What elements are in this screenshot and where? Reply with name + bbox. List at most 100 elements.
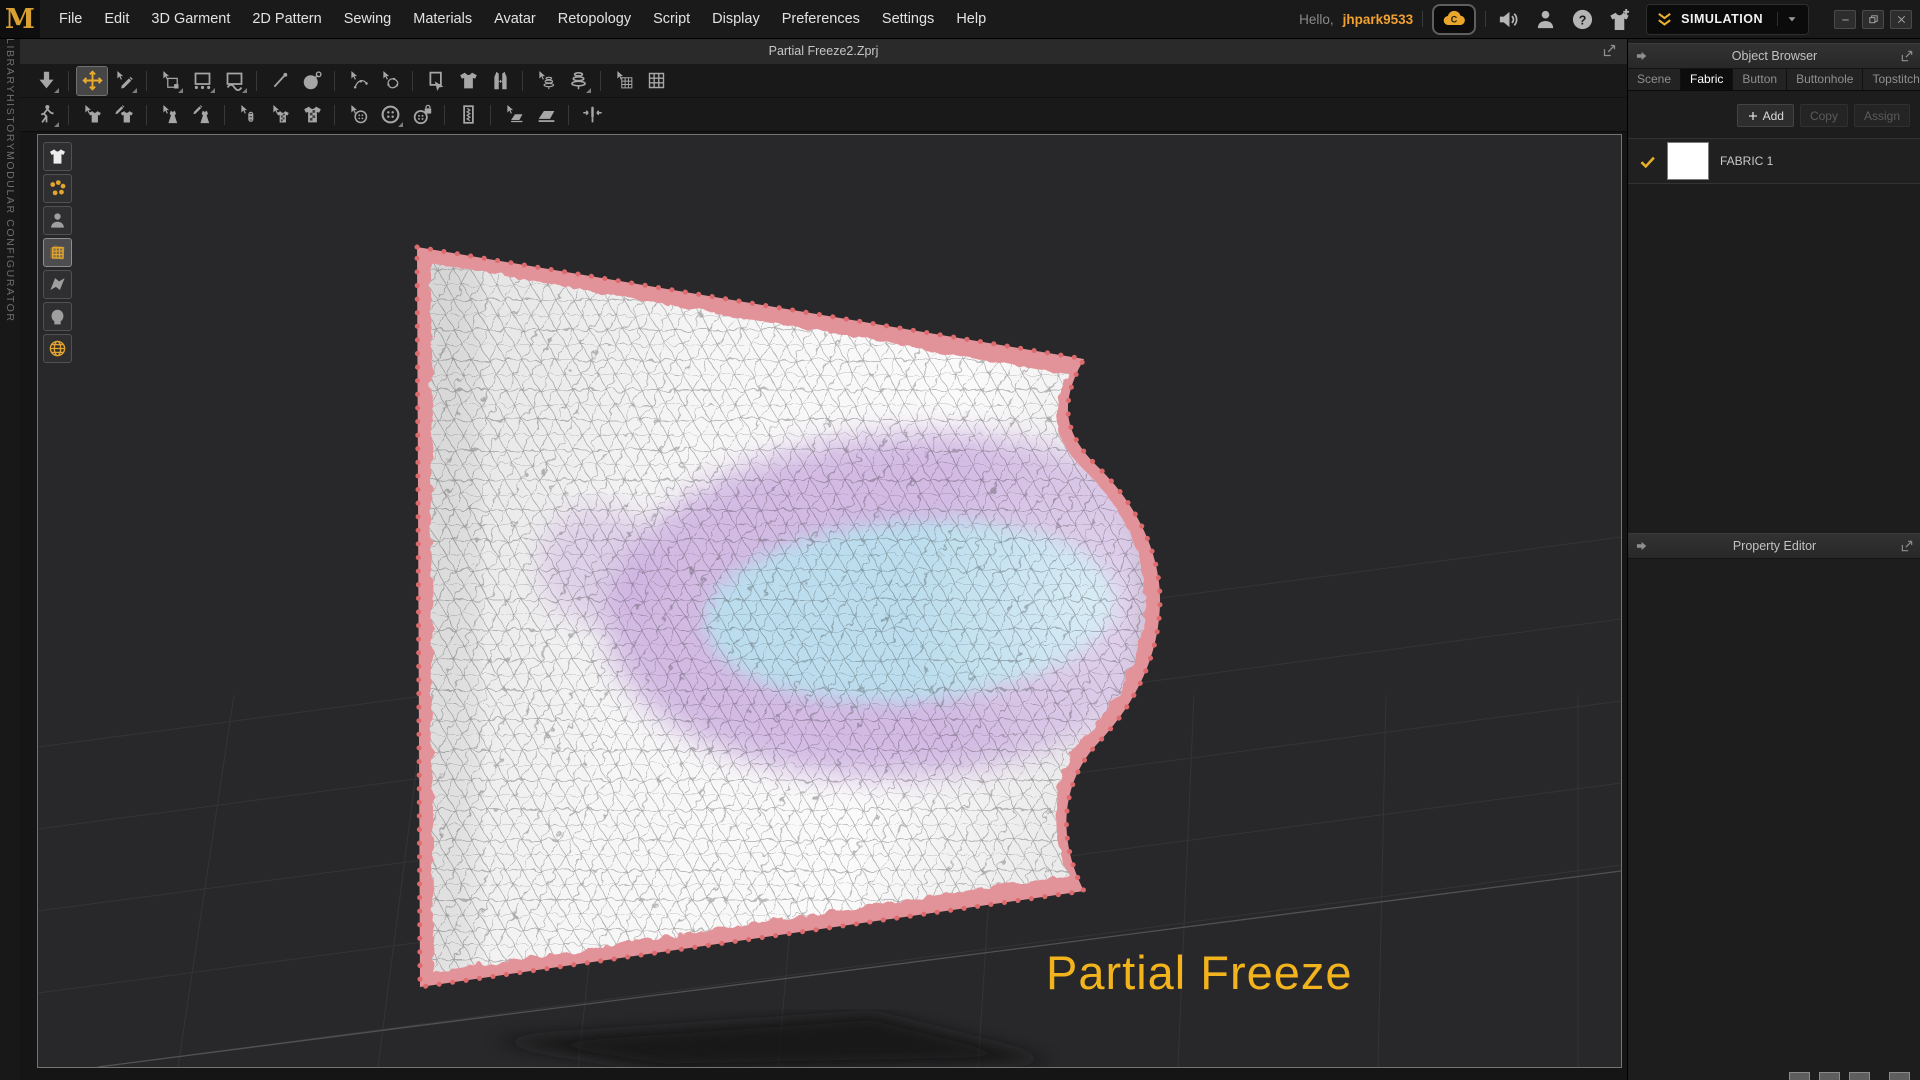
edit-pattern-button[interactable]	[187, 67, 217, 95]
tack-garment-button[interactable]	[187, 101, 217, 129]
menu-edit[interactable]: Edit	[93, 0, 140, 38]
walk-avatar-button[interactable]	[31, 101, 61, 129]
menu-preferences[interactable]: Preferences	[771, 0, 871, 38]
menu-script[interactable]: Script	[642, 0, 701, 38]
tab-library[interactable]: LIBRARY	[4, 38, 16, 94]
pattern-3d-button[interactable]	[297, 101, 327, 129]
select-avatar-button[interactable]	[531, 67, 561, 95]
show-seams-toggle[interactable]	[43, 174, 72, 203]
trapezoid-icon	[504, 104, 525, 125]
free-sewing-button[interactable]	[375, 67, 405, 95]
box-dots-icon	[192, 70, 213, 91]
partial-freeze-overlay-label: Partial Freeze	[1046, 945, 1353, 1000]
username-text[interactable]: jhpark9533	[1343, 12, 1414, 27]
select-pattern-3d-button[interactable]	[265, 101, 295, 129]
collapsed-tab[interactable]	[1789, 1072, 1810, 1080]
tack-button[interactable]	[577, 101, 607, 129]
menu-file[interactable]: File	[48, 0, 93, 38]
select-mesh-brush-button[interactable]	[109, 67, 139, 95]
menu-help[interactable]: Help	[945, 0, 997, 38]
question-icon	[1571, 8, 1594, 31]
select-uv-button[interactable]	[609, 67, 639, 95]
fold-arrangement-button[interactable]	[531, 101, 561, 129]
show-environment-toggle[interactable]	[43, 334, 72, 363]
minimize-button[interactable]	[1834, 10, 1856, 29]
property-editor-header: Property Editor	[1628, 533, 1920, 559]
tab-button[interactable]: Button	[1733, 69, 1787, 90]
fabric-swatch[interactable]	[1667, 142, 1709, 180]
closet-connect-button[interactable]	[1432, 4, 1476, 35]
sound-button[interactable]	[1497, 8, 1520, 31]
viewport-3d[interactable]: Partial Freeze	[37, 134, 1622, 1068]
simulate-button[interactable]	[31, 67, 61, 95]
pin-garment-button[interactable]	[109, 101, 139, 129]
tab-scene[interactable]: Scene	[1628, 69, 1681, 90]
fabric-check-icon[interactable]	[1639, 153, 1656, 170]
fold-icon	[48, 275, 67, 294]
uv-map-button[interactable]	[641, 67, 671, 95]
edit-sewing-button[interactable]	[421, 67, 451, 95]
chevron-down-icon[interactable]	[1777, 12, 1799, 26]
viewport-canvas[interactable]	[38, 135, 1621, 1067]
add-fabric-button[interactable]: Add	[1737, 104, 1794, 127]
collapsed-tab[interactable]	[1819, 1072, 1840, 1080]
select-pin-button[interactable]	[77, 101, 107, 129]
panel-popout-icon[interactable]	[1900, 539, 1914, 553]
tab-buttonhole[interactable]: Buttonhole	[1787, 69, 1863, 90]
select-button-tool[interactable]	[343, 101, 373, 129]
show-head-toggle[interactable]	[43, 302, 72, 331]
close-button[interactable]	[1890, 10, 1912, 29]
tab-fabric[interactable]: Fabric	[1681, 69, 1733, 90]
fabric-item-1[interactable]: FABRIC 1	[1628, 139, 1920, 184]
fit-to-avatar-button[interactable]	[453, 67, 483, 95]
show-garment-toggle[interactable]	[43, 142, 72, 171]
simulation-mode-button[interactable]: SIMULATION	[1646, 4, 1809, 35]
assign-fabric-button[interactable]: Assign	[1854, 104, 1910, 127]
avatar-display-button[interactable]	[563, 67, 593, 95]
panel-collapse-icon[interactable]	[1634, 49, 1648, 63]
transform-pattern-button[interactable]	[155, 67, 185, 95]
button-group-tool[interactable]	[407, 101, 437, 129]
panel-popout-icon[interactable]	[1900, 49, 1914, 63]
menu-materials[interactable]: Materials	[402, 0, 483, 38]
tab-modular-configurator[interactable]: MODULAR CONFIGURATOR	[4, 151, 16, 323]
menu-display[interactable]: Display	[701, 0, 771, 38]
select-fold-button[interactable]	[499, 101, 529, 129]
fabric-strain-button[interactable]	[233, 101, 263, 129]
show-avatar-toggle[interactable]	[43, 206, 72, 235]
menu-sewing[interactable]: Sewing	[333, 0, 403, 38]
new-cloth-button[interactable]	[1608, 8, 1631, 31]
collapsed-tab[interactable]	[1889, 1072, 1910, 1080]
collapsed-tab[interactable]	[1849, 1072, 1870, 1080]
grid-icon	[646, 70, 667, 91]
tab-history[interactable]: HISTORY	[4, 94, 16, 152]
person-icon	[48, 211, 67, 230]
menu-3d-garment[interactable]: 3D Garment	[140, 0, 241, 38]
select-tack-button[interactable]	[155, 101, 185, 129]
segment-sewing-button[interactable]	[343, 67, 373, 95]
panel-collapse-icon[interactable]	[1634, 539, 1648, 553]
help-button[interactable]	[1571, 8, 1594, 31]
account-button[interactable]	[1534, 8, 1557, 31]
add-point-button[interactable]	[265, 67, 295, 95]
fit-garment-button[interactable]	[485, 67, 515, 95]
edit-curvature-button[interactable]	[219, 67, 249, 95]
pen-3d-button[interactable]	[297, 67, 327, 95]
copy-fabric-button[interactable]: Copy	[1800, 104, 1848, 127]
menu-retopology[interactable]: Retopology	[547, 0, 642, 38]
show-pattern-mesh-toggle[interactable]	[43, 238, 72, 267]
plus-icon	[1747, 110, 1759, 122]
zipper-button[interactable]	[453, 101, 483, 129]
left-dock-strip: LIBRARY HISTORY MODULAR CONFIGURATOR	[0, 38, 21, 1080]
add-button-tool[interactable]	[375, 101, 405, 129]
tab-topstitch[interactable]: Topstitch	[1863, 69, 1920, 90]
restore-button[interactable]	[1862, 10, 1884, 29]
box-wave-icon	[224, 70, 245, 91]
viewport-popout-icon[interactable]	[1602, 43, 1617, 58]
menu-avatar[interactable]: Avatar	[483, 0, 547, 38]
menu-2d-pattern[interactable]: 2D Pattern	[241, 0, 332, 38]
select-move-button[interactable]	[77, 67, 107, 95]
menu-settings[interactable]: Settings	[871, 0, 945, 38]
show-fold-toggle[interactable]	[43, 270, 72, 299]
toolbar-row-2	[20, 98, 1627, 132]
